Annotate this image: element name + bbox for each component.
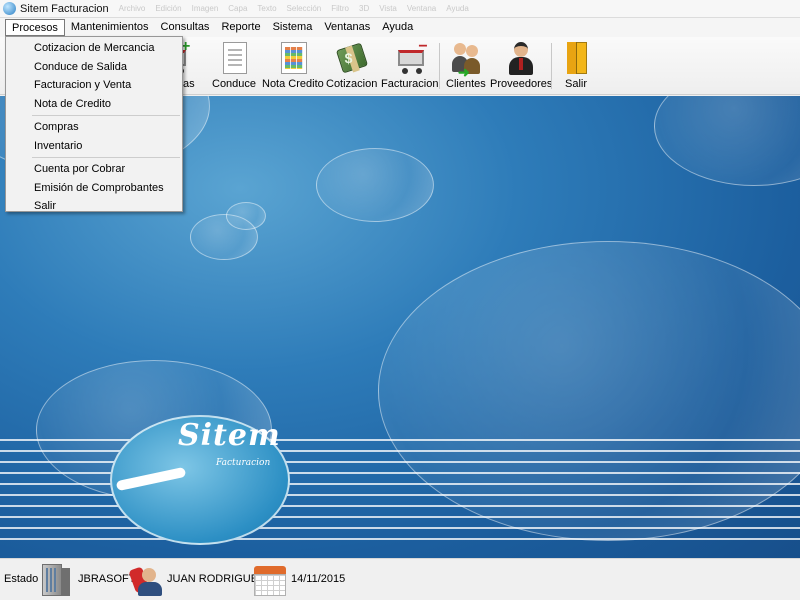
ghost-menu-item: Imagen [191,4,219,13]
ghost-menu-item: Edición [155,4,182,13]
supplier-icon [503,40,539,76]
clientes-button[interactable]: ➜ Clientes [446,40,486,90]
operator-icon [128,562,164,598]
ghost-menu-item: Texto [257,4,277,13]
menu-item-inventario[interactable]: Inventario [6,137,182,156]
ghost-menu-item: 3D [359,4,370,13]
menu-consultas[interactable]: Consultas [155,19,216,36]
menu-procesos[interactable]: Procesos [5,19,65,36]
logo-text: Sitem [178,418,281,453]
document-icon [216,40,252,76]
procesos-dropdown-menu: Cotizacion de Mercancia Conduce de Salid… [5,36,183,212]
building-icon [38,562,74,598]
status-bar: Estado JBRASOFT JUAN RODRIGUEZ 14/11/201… [0,558,800,600]
title-bar: Sitem Facturacion Archivo Edición Imagen… [0,0,800,18]
nota-credito-label: Nota Credito [262,78,324,90]
proveedores-label: Proveedores [490,78,553,90]
menu-separator [32,115,180,116]
status-date: 14/11/2015 [291,573,346,585]
ghost-menu-item: Ventana [406,4,437,13]
spreadsheet-icon [275,40,311,76]
background-bubble [316,148,434,222]
conduce-button[interactable]: Conduce [212,40,256,90]
cotizacion-button[interactable]: $ Cotizacion [326,40,377,90]
menu-sistema[interactable]: Sistema [267,19,319,36]
window-title: Sitem Facturacion [20,2,109,15]
toolbar-separator [439,43,440,89]
menu-item-facturacion-venta[interactable]: Facturacion y Venta [6,76,182,95]
ghost-menu-item: Capa [228,4,248,13]
menu-item-emision-comprobantes[interactable]: Emisión de Comprobantes [6,179,182,198]
menu-item-salir[interactable]: Salir [6,197,182,216]
status-company: JBRASOFT [78,573,136,585]
ghost-menu-item: Vista [379,4,397,13]
status-user: JUAN RODRIGUEZ [167,573,265,585]
menu-item-compras[interactable]: Compras [6,118,182,137]
menu-ventanas[interactable]: Ventanas [318,19,376,36]
menu-item-nota-credito[interactable]: Nota de Credito [6,95,182,114]
background-bubble [226,202,266,230]
money-icon: $ [334,40,370,76]
menu-reporte[interactable]: Reporte [215,19,266,36]
menu-ayuda[interactable]: Ayuda [376,19,419,36]
ghost-menu-item: Selección [286,4,322,13]
clients-icon: ➜ [448,40,484,80]
salir-button[interactable]: Salir [558,40,594,90]
menu-item-conduce-salida[interactable]: Conduce de Salida [6,58,182,77]
logo-subtitle: Facturacion [216,458,271,468]
ghost-menu-item: Filtro [331,4,349,13]
background-bubble [654,96,800,186]
menu-mantenimientos[interactable]: Mantenimientos [65,19,155,36]
menu-separator [32,157,180,158]
proveedores-button[interactable]: Proveedores [490,40,552,90]
salir-label: Salir [564,78,587,90]
ghost-menu-item: Archivo [118,4,146,13]
cotizacion-label: Cotizacion [326,78,378,90]
toolbar-separator [551,43,552,89]
facturacion-button[interactable]: − Facturacion [381,39,439,91]
menu-item-cuenta-cobrar[interactable]: Cuenta por Cobrar [6,160,182,179]
app-icon [3,2,16,15]
facturacion-label: Facturacion [381,78,439,90]
ghost-menu-item: Ayuda [446,4,469,13]
menu-bar: Procesos Mantenimientos Consultas Report… [0,18,800,37]
exit-door-icon [558,40,594,76]
nota-credito-button[interactable]: Nota Credito [262,40,324,90]
menu-item-cotizacion-mercancia[interactable]: Cotizacion de Mercancia [6,39,182,58]
background-ghost-menu: Archivo Edición Imagen Capa Texto Selecc… [119,4,469,13]
cart-icon: − [392,39,428,76]
status-label: Estado [4,573,39,585]
conduce-label: Conduce [212,78,257,90]
calendar-icon [252,562,288,598]
